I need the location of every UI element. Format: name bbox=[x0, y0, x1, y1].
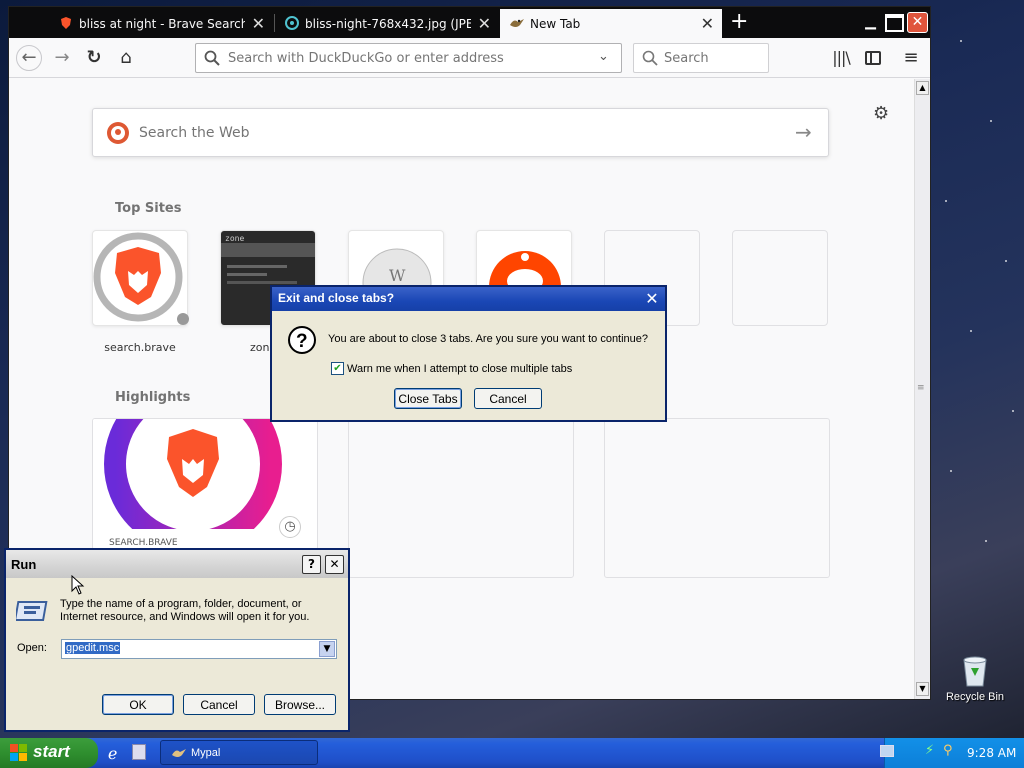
tab-brave-search[interactable]: bliss at night - Brave Search ✕ bbox=[49, 9, 273, 38]
taskbar-item-mypal[interactable]: Mypal bbox=[160, 740, 318, 765]
keyboard-icon[interactable] bbox=[880, 745, 894, 757]
web-search-box[interactable]: → bbox=[92, 108, 829, 157]
scroll-grip-icon: ≡ bbox=[917, 383, 925, 393]
brave-lion-icon bbox=[93, 419, 317, 549]
mypal-icon bbox=[510, 19, 524, 27]
zone-thumb-text: zone bbox=[225, 234, 245, 243]
close-tab-icon[interactable]: ✕ bbox=[252, 14, 265, 33]
library-icon[interactable]: |||\ bbox=[829, 46, 853, 70]
vertical-scrollbar[interactable]: ▲ ≡ ▼ bbox=[914, 79, 930, 699]
dialog-message: You are about to close 3 tabs. Are you s… bbox=[328, 333, 649, 345]
maximize-icon[interactable] bbox=[885, 14, 904, 32]
sidebar-toggle-icon[interactable] bbox=[861, 46, 885, 70]
chevron-down-icon[interactable]: ⌄ bbox=[598, 49, 609, 64]
brave-shield-icon bbox=[61, 17, 71, 29]
top-site-tile[interactable] bbox=[92, 230, 189, 326]
tab-strip: bliss at night - Brave Search ✕ bliss-ni… bbox=[9, 7, 930, 38]
close-tabs-button[interactable]: Close Tabs bbox=[394, 388, 462, 409]
highlight-card-label: SEARCH.BRAVE bbox=[109, 538, 178, 548]
dialog-titlebar: Exit and close tabs? ✕ bbox=[272, 287, 665, 311]
close-icon[interactable]: ✕ bbox=[325, 555, 344, 574]
brave-lion-icon bbox=[93, 232, 189, 325]
forward-arrow-icon[interactable]: → bbox=[50, 46, 74, 70]
open-combobox[interactable]: gpedit.msc ▼ bbox=[61, 639, 337, 659]
exit-close-tabs-dialog: Exit and close tabs? ✕ ? You are about t… bbox=[270, 285, 667, 422]
close-icon[interactable]: ✕ bbox=[642, 289, 662, 309]
taskbar-item-label: Mypal bbox=[191, 747, 221, 759]
image-eye-icon bbox=[285, 16, 299, 30]
warn-checkbox[interactable]: ✔ bbox=[331, 362, 344, 375]
window-close-icon[interactable]: ✕ bbox=[907, 12, 928, 33]
recycle-bin-label: Recycle Bin bbox=[945, 691, 1005, 703]
navigation-toolbar: ← → ↻ ⌂ ⌄ |||\ ≡ bbox=[9, 38, 930, 78]
highlights-title: Highlights bbox=[115, 390, 191, 405]
search-icon bbox=[204, 50, 220, 66]
scroll-down-icon[interactable]: ▼ bbox=[916, 682, 929, 696]
run-titlebar: Run ? ✕ bbox=[6, 550, 348, 578]
search-bar[interactable] bbox=[633, 43, 769, 73]
open-label: Open: bbox=[17, 642, 47, 654]
run-title: Run bbox=[11, 557, 37, 572]
new-tab-plus-icon[interactable]: + bbox=[730, 10, 748, 34]
cancel-button[interactable]: Cancel bbox=[474, 388, 542, 409]
run-program-icon bbox=[16, 601, 48, 621]
ok-button[interactable]: OK bbox=[102, 694, 174, 715]
top-sites-title: Top Sites bbox=[115, 201, 182, 216]
run-description: Type the name of a program, folder, docu… bbox=[60, 598, 310, 623]
taskbar: start ℯ Mypal ⚡ ⚲ 9:28 AM bbox=[0, 738, 1024, 768]
dropdown-arrow-icon[interactable]: ▼ bbox=[319, 641, 335, 657]
web-search-input[interactable] bbox=[139, 123, 739, 143]
cancel-button[interactable]: Cancel bbox=[183, 694, 255, 715]
gear-icon[interactable]: ⚙ bbox=[873, 103, 889, 124]
system-tray: ⚡ ⚲ 9:28 AM bbox=[880, 738, 1024, 768]
tab-new-tab[interactable]: New Tab ✕ bbox=[500, 9, 722, 38]
highlight-empty-slot bbox=[348, 418, 574, 578]
question-mark-icon: ? bbox=[288, 326, 316, 354]
clock-icon: ◷ bbox=[279, 516, 301, 538]
search-icon bbox=[642, 50, 658, 66]
search-input[interactable] bbox=[664, 49, 764, 67]
highlight-card[interactable]: SEARCH.BRAVE ◷ bbox=[92, 418, 318, 550]
top-site-empty-slot bbox=[732, 230, 828, 326]
highlight-empty-slot bbox=[604, 418, 830, 578]
svg-text:W: W bbox=[389, 266, 406, 285]
minimize-icon[interactable]: ▁ bbox=[861, 14, 880, 32]
top-site-label: search.brave bbox=[104, 341, 176, 354]
clock: 9:28 AM bbox=[967, 746, 1017, 760]
open-input-value[interactable]: gpedit.msc bbox=[65, 642, 121, 654]
close-tab-icon[interactable]: ✕ bbox=[478, 14, 491, 33]
show-desktop-icon[interactable] bbox=[132, 744, 146, 760]
windows-logo-icon bbox=[10, 744, 27, 761]
mouse-cursor-icon bbox=[71, 575, 85, 595]
home-icon[interactable]: ⌂ bbox=[114, 46, 138, 70]
scroll-up-icon[interactable]: ▲ bbox=[916, 81, 929, 95]
run-dialog: Run ? ✕ Type the name of a program, fold… bbox=[4, 548, 350, 732]
recycle-bin-icon bbox=[963, 656, 987, 687]
mypal-icon bbox=[172, 749, 186, 757]
hamburger-menu-icon[interactable]: ≡ bbox=[899, 46, 923, 70]
duckduckgo-icon bbox=[107, 122, 129, 144]
search-icon[interactable]: ⚲ bbox=[943, 743, 953, 758]
back-arrow-icon[interactable]: ← bbox=[16, 45, 42, 71]
close-tab-icon[interactable]: ✕ bbox=[701, 14, 714, 33]
ie-icon[interactable]: ℯ bbox=[108, 744, 117, 763]
recycle-bin[interactable]: Recycle Bin bbox=[944, 654, 1006, 703]
start-label: start bbox=[33, 742, 70, 761]
address-input[interactable] bbox=[228, 49, 588, 67]
tab-jpeg-image[interactable]: bliss-night-768x432.jpg (JPEG Ima ✕ bbox=[275, 9, 499, 38]
start-button[interactable]: start bbox=[0, 738, 98, 768]
tab-label: bliss-night-768x432.jpg (JPEG Ima bbox=[305, 16, 471, 31]
tab-label: bliss at night - Brave Search bbox=[79, 16, 245, 31]
network-icon[interactable]: ⚡ bbox=[925, 743, 934, 758]
url-bar[interactable]: ⌄ bbox=[195, 43, 622, 73]
help-icon[interactable]: ? bbox=[302, 555, 321, 574]
svg-text:?: ? bbox=[296, 331, 308, 352]
browse-button[interactable]: Browse... bbox=[264, 694, 336, 715]
arrow-right-icon[interactable]: → bbox=[795, 120, 812, 144]
warn-checkbox-label: Warn me when I attempt to close multiple… bbox=[347, 363, 573, 375]
dialog-title: Exit and close tabs? bbox=[278, 291, 395, 305]
tab-label: New Tab bbox=[530, 16, 581, 31]
reload-icon[interactable]: ↻ bbox=[82, 46, 106, 70]
